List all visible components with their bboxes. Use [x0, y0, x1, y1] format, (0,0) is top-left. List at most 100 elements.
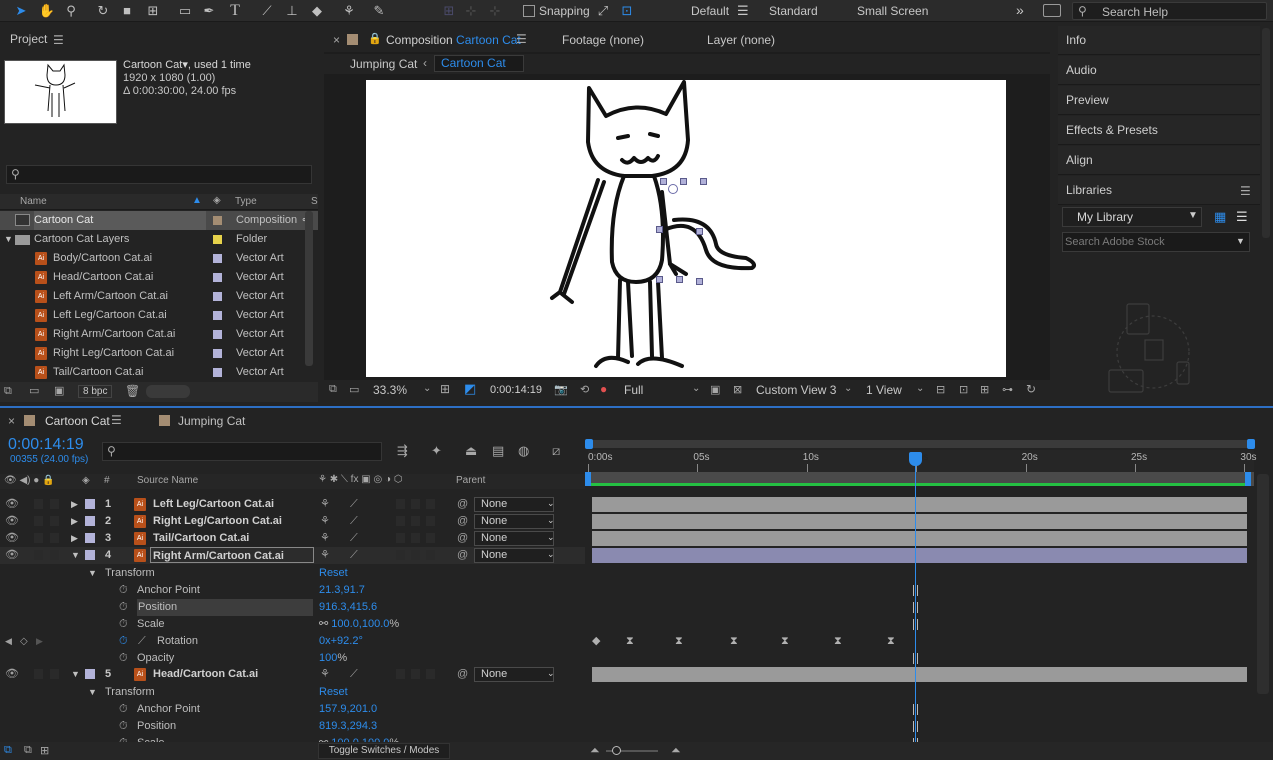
twirl-right-icon[interactable]: ▶: [71, 513, 78, 530]
switch-cell[interactable]: [411, 516, 420, 526]
layer-row[interactable]: 👁 ▶ 2 Ai Right Leg/Cartoon Cat.ai ⚘ ⟋ @ None ⌄: [0, 513, 585, 530]
quality-icon[interactable]: ⟋: [350, 513, 358, 530]
workspace-standard[interactable]: Standard: [769, 4, 818, 18]
layer-row[interactable]: 👁 ▼ 4 Ai Right Arm/Cartoon Cat.ai ⚘ ⟋ @ None ⌄: [0, 547, 585, 564]
lock-switch[interactable]: [50, 669, 59, 679]
close-tab-icon[interactable]: ×: [333, 33, 340, 47]
safe-zones-icon[interactable]: ⊞: [440, 382, 450, 396]
collapse-transform-icon[interactable]: ⚘: [320, 666, 330, 683]
visibility-eye-icon[interactable]: 👁: [5, 666, 19, 683]
trash-icon[interactable]: 🗑: [125, 384, 140, 398]
tab-layer[interactable]: Layer (none): [707, 33, 775, 47]
breadcrumb-arrow-icon[interactable]: ‹: [423, 56, 427, 70]
label-swatch[interactable]: [213, 330, 222, 339]
parent-dropdown[interactable]: None ⌄: [474, 548, 555, 563]
lock-switch[interactable]: [50, 499, 59, 509]
reset-link[interactable]: Reset: [319, 686, 348, 698]
reset-link[interactable]: Reset: [319, 567, 348, 579]
pan-behind-tool-icon[interactable]: ⊞: [144, 2, 162, 20]
layer-switches-icon[interactable]: ⧉: [4, 744, 12, 757]
project-search-input[interactable]: ⚲: [6, 165, 312, 184]
project-item[interactable]: ▼ Cartoon Cat Layers Folder: [0, 230, 318, 249]
layer-duration-bar[interactable]: [592, 497, 1247, 512]
stopwatch-icon[interactable]: ⏱: [119, 599, 128, 616]
property-value[interactable]: 819.3,294.3: [319, 718, 377, 735]
label-swatch[interactable]: [213, 349, 222, 358]
libraries-menu-icon[interactable]: ☰: [1240, 184, 1251, 198]
switch-cell[interactable]: [411, 533, 420, 543]
right-panel-align[interactable]: Align: [1058, 146, 1260, 175]
visibility-eye-icon[interactable]: 👁: [5, 513, 19, 530]
project-panel-menu-icon[interactable]: ☰: [53, 33, 64, 47]
project-item[interactable]: Ai Right Leg/Cartoon Cat.ai Vector Art: [0, 344, 318, 363]
project-panel-title[interactable]: Project: [10, 28, 47, 50]
project-item[interactable]: Ai Head/Cartoon Cat.ai Vector Art: [0, 268, 318, 287]
brush-tool-icon[interactable]: ⟋: [258, 2, 276, 20]
transform-handle[interactable]: [680, 178, 687, 185]
pick-whip-icon[interactable]: @: [457, 547, 468, 564]
property-value[interactable]: ⚯ 100.0,100.0%: [319, 616, 399, 633]
work-area-end-handle[interactable]: [1247, 439, 1255, 449]
toggle-switches-modes-button[interactable]: Toggle Switches / Modes: [318, 743, 450, 759]
work-area-bar[interactable]: [585, 439, 1255, 449]
lock-switch[interactable]: [50, 516, 59, 526]
collapse-transform-icon[interactable]: ⚘: [320, 547, 330, 564]
zoom-in-icon[interactable]: ⏶: [671, 743, 681, 758]
property-value[interactable]: 100%: [319, 650, 347, 667]
switch-cell[interactable]: [426, 669, 435, 679]
world-axis-icon[interactable]: ⊹: [462, 2, 480, 20]
label-swatch[interactable]: [213, 368, 222, 377]
switch-cell[interactable]: [396, 669, 405, 679]
property-value[interactable]: 916.3,415.6: [319, 599, 377, 616]
type-tool-icon[interactable]: T: [226, 2, 244, 20]
rotate-tool-icon[interactable]: ↻: [94, 2, 112, 20]
layer-duration-bar[interactable]: [592, 531, 1247, 546]
switches-header-icon[interactable]: ⚘ ✱ ⟍ fx ▣ ◎ ◑ ⬡: [318, 474, 403, 485]
twirl-down-icon[interactable]: ▼: [71, 666, 80, 683]
overflow-workspaces-icon[interactable]: »: [1016, 2, 1024, 18]
transparency-grid-icon[interactable]: ⊠: [733, 383, 742, 396]
view-layout-dropdown-icon[interactable]: ⌄: [916, 383, 924, 394]
reset-exposure-icon[interactable]: ↻: [1026, 382, 1036, 396]
rectangle-tool-icon[interactable]: ▭: [176, 2, 194, 20]
label-swatch[interactable]: [213, 311, 222, 320]
duration-start-marker[interactable]: [585, 472, 591, 486]
project-item[interactable]: Ai Body/Cartoon Cat.ai Vector Art: [0, 249, 318, 268]
layer-row[interactable]: 👁 ▼ 5 Ai Head/Cartoon Cat.ai ⚘ ⟋ @ None ⌄: [0, 666, 585, 683]
viewer-timecode[interactable]: 0:00:14:19: [490, 384, 542, 396]
lock-icon[interactable]: 🔒: [368, 32, 382, 45]
view-dropdown-icon[interactable]: ⌄: [844, 383, 852, 394]
flowchart-icon[interactable]: ⊶: [1002, 383, 1013, 396]
property-value[interactable]: 157.9,201.0: [319, 701, 377, 718]
label-swatch[interactable]: [213, 254, 222, 263]
switch-cell[interactable]: [411, 669, 420, 679]
stopwatch-icon[interactable]: ⏱: [119, 616, 128, 633]
anchor-point-icon[interactable]: [668, 184, 678, 194]
transform-handle[interactable]: [696, 278, 703, 285]
solo-switch[interactable]: [34, 550, 43, 560]
keyframe-hold-icon[interactable]: ⧗: [675, 636, 683, 647]
layer-duration-bar[interactable]: [592, 514, 1247, 529]
keyframe-hold-icon[interactable]: ⧗: [730, 636, 738, 647]
transform-handle[interactable]: [676, 276, 683, 283]
solo-switch[interactable]: [34, 516, 43, 526]
hand-tool-icon[interactable]: ✋: [38, 2, 56, 20]
solo-switch[interactable]: [34, 499, 43, 509]
workspace-small-screen[interactable]: Small Screen: [857, 4, 928, 18]
parent-dropdown[interactable]: None ⌄: [474, 667, 555, 682]
twirl-down-icon[interactable]: ▼: [88, 684, 97, 701]
pick-whip-icon[interactable]: @: [457, 496, 468, 513]
tab-jumping-cat[interactable]: Jumping Cat: [178, 414, 245, 428]
lock-switch[interactable]: [50, 550, 59, 560]
library-dropdown[interactable]: My Library: [1062, 207, 1202, 227]
resolution-dropdown[interactable]: Full: [624, 383, 643, 397]
selected-item-name[interactable]: Cartoon Cat: [123, 59, 182, 71]
layer-name[interactable]: Tail/Cartoon Cat.ai: [153, 530, 249, 547]
layer-label-swatch[interactable]: [85, 550, 95, 560]
col-type[interactable]: Type: [235, 196, 257, 207]
project-item[interactable]: Cartoon CatComposition⊶: [0, 211, 318, 230]
switch-cell[interactable]: [426, 516, 435, 526]
breadcrumb-cartoon-cat[interactable]: Cartoon Cat: [434, 55, 524, 72]
twirl-right-icon[interactable]: ▶: [71, 496, 78, 513]
toggle-pixel-aspect-icon[interactable]: ⊟: [936, 383, 945, 396]
